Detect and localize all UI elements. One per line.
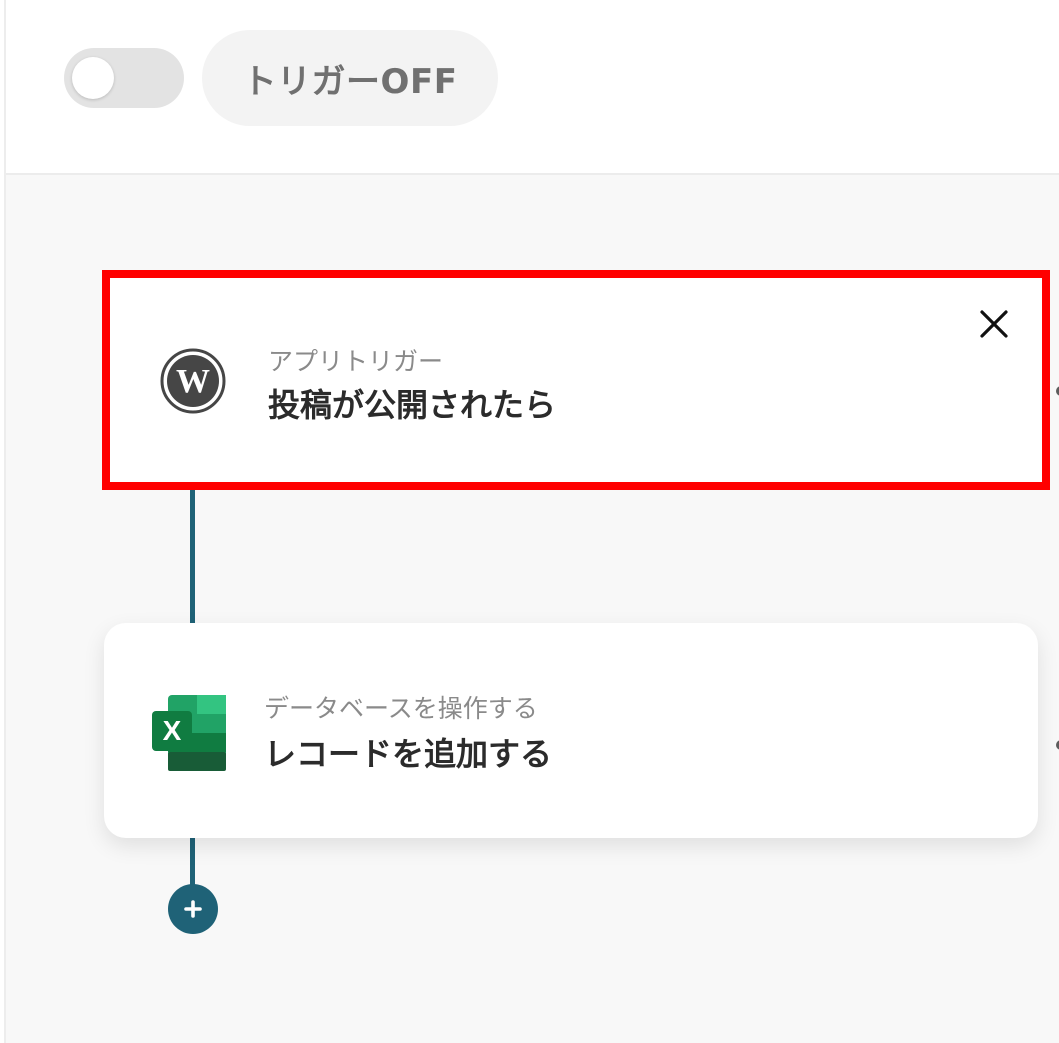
step-title: 投稿が公開されたら <box>268 386 557 424</box>
trigger-toggle[interactable] <box>64 48 184 108</box>
add-step-button[interactable] <box>168 884 218 934</box>
flow-connector <box>190 838 195 888</box>
svg-text:X: X <box>163 715 182 746</box>
step-subtitle: アプリトリガー <box>268 347 444 376</box>
trigger-status-badge: トリガーOFF <box>202 30 498 126</box>
flow-step-action-card[interactable]: X データベースを操作する レコードを追加する <box>104 623 1038 838</box>
close-icon <box>980 310 1008 338</box>
close-button[interactable] <box>970 300 1018 348</box>
flow-editor: トリガーOFF W アプリトリガー 投稿が公開されたら X データベースを操作す… <box>4 0 1059 1043</box>
flow-step-trigger-card[interactable]: W アプリトリガー 投稿が公開されたら <box>102 270 1050 490</box>
step-subtitle: データベースを操作する <box>264 694 538 723</box>
flow-header: トリガーOFF <box>6 0 1059 175</box>
svg-text:W: W <box>176 363 210 400</box>
flow-connector <box>190 490 195 623</box>
step-title: レコードを追加する <box>264 735 553 773</box>
plus-icon <box>184 900 202 918</box>
toggle-knob <box>72 57 114 99</box>
wordpress-icon: W <box>160 348 226 414</box>
excel-icon: X <box>152 695 226 771</box>
